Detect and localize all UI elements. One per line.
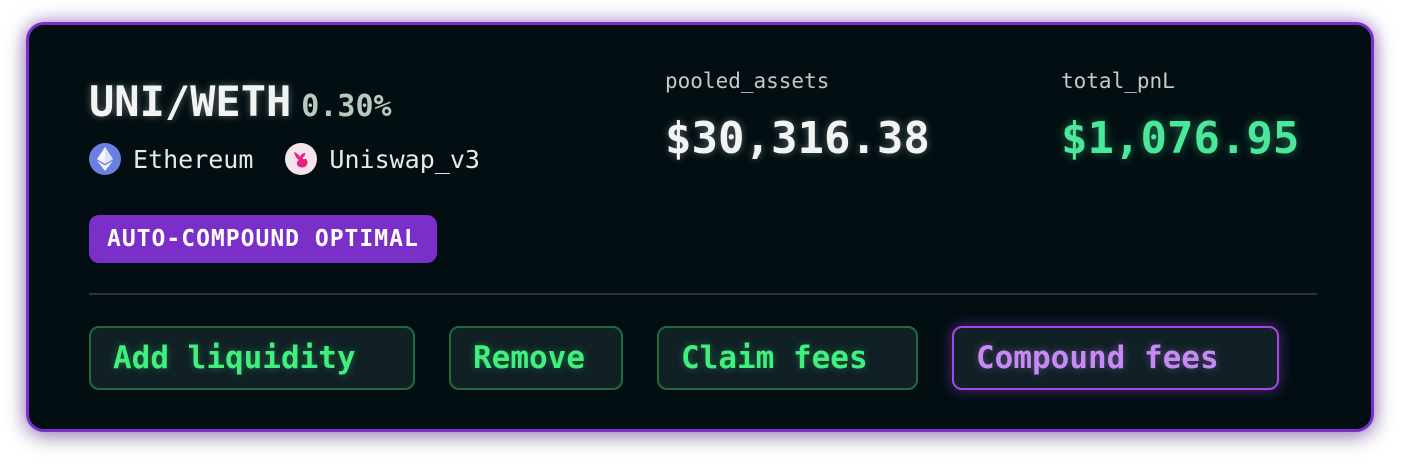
position-card: UNI/WETH 0.30% Ethereum Uniswap_v3 AUTO-… [26,22,1374,432]
claim-fees-button[interactable]: Claim fees [657,326,918,390]
action-bar: Add liquidity Remove Claim fees Compound… [89,326,1279,390]
protocol-label: Uniswap_v3 [329,144,480,174]
pair-title: UNI/WETH 0.30% [89,77,392,126]
fee-tier: 0.30% [301,89,392,124]
total-pnl-stat: total_pnL $1,076.95 [1061,69,1299,164]
remove-button[interactable]: Remove [449,326,623,390]
uniswap-icon [285,143,318,175]
pooled-assets-label: pooled_assets [665,69,830,93]
total-pnl-value: $1,076.95 [1061,113,1300,164]
pair-name: UNI/WETH [89,77,292,126]
pool-chips: Ethereum Uniswap_v3 [89,143,512,175]
ethereum-icon [89,143,121,175]
pooled-assets-value: $30,316.38 [665,113,930,164]
pooled-assets-stat: pooled_assets $30,316.38 [665,69,930,164]
protocol-chip: Uniswap_v3 [285,143,480,175]
compound-fees-button[interactable]: Compound fees [952,326,1279,390]
network-label: Ethereum [133,144,254,174]
total-pnl-label: total_pnL [1061,69,1175,93]
divider [89,293,1317,295]
network-chip: Ethereum [89,143,253,175]
add-liquidity-button[interactable]: Add liquidity [89,326,415,390]
auto-compound-badge: AUTO-COMPOUND OPTIMAL [89,215,437,263]
